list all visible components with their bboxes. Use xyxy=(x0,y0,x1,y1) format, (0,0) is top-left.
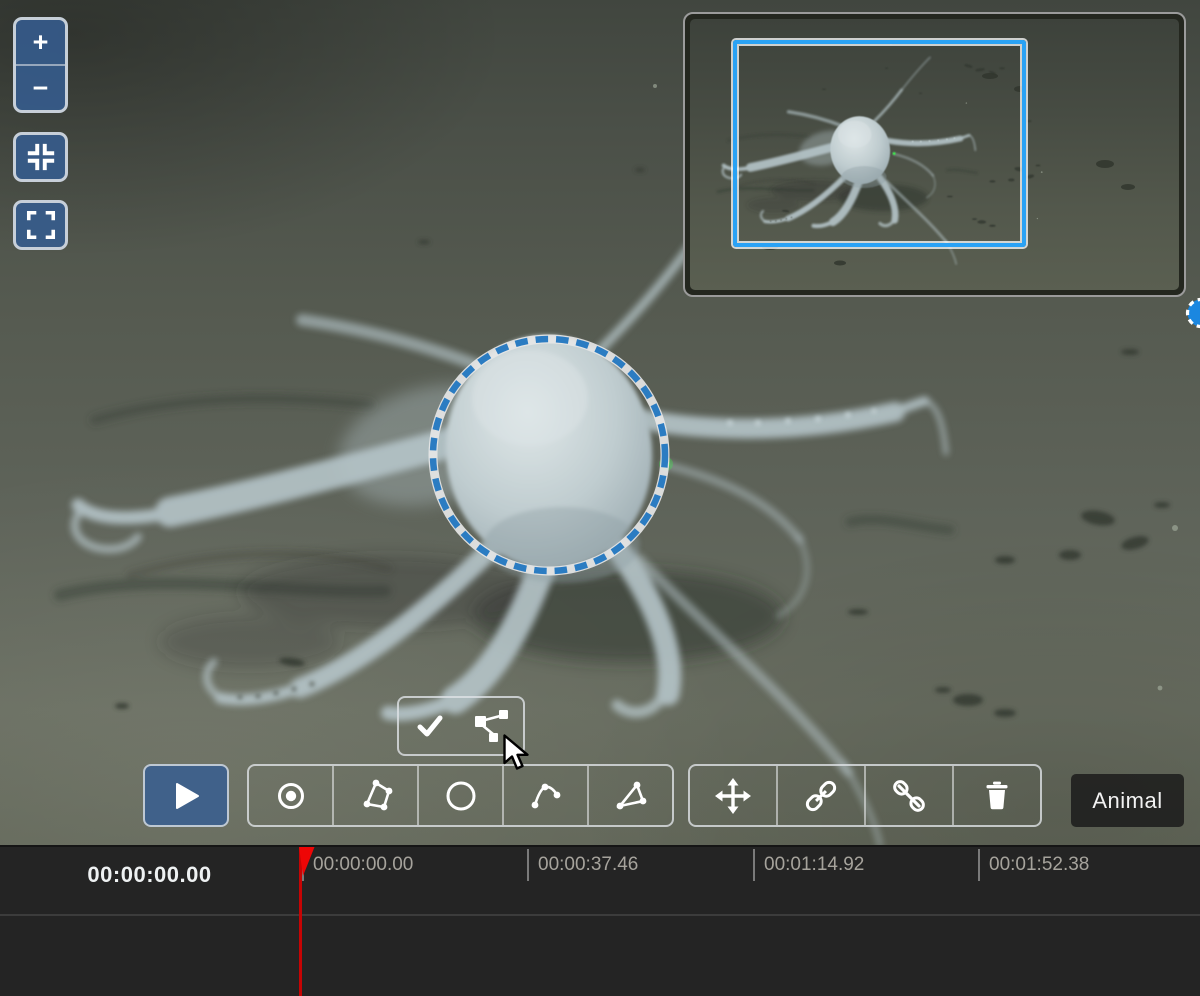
tick-label: 00:00:37.46 xyxy=(538,854,639,875)
minimap-viewport-rect[interactable] xyxy=(733,40,1026,247)
minimap[interactable] xyxy=(683,12,1186,297)
tick-label: 00:01:52.38 xyxy=(989,854,1090,875)
compress-icon xyxy=(27,143,54,171)
fullscreen-button[interactable] xyxy=(16,203,65,247)
plus-icon: + xyxy=(32,26,49,57)
zoom-out-button[interactable]: − xyxy=(16,66,65,110)
edit-confirm-toolbar xyxy=(397,696,525,756)
minus-icon: − xyxy=(32,72,49,103)
edit-vertices-button[interactable] xyxy=(461,698,523,754)
trash-icon xyxy=(986,781,1008,809)
tick-mark xyxy=(978,849,980,881)
check-icon xyxy=(417,715,443,737)
polygon-icon xyxy=(363,779,392,810)
circle-tool-button[interactable] xyxy=(419,766,504,825)
circle-icon xyxy=(446,781,475,810)
confirm-button[interactable] xyxy=(399,698,461,754)
type-label-chip[interactable]: Animal xyxy=(1071,774,1184,827)
play-button[interactable] xyxy=(143,764,229,827)
edit-tool-group xyxy=(688,764,1042,827)
delete-button[interactable] xyxy=(954,766,1040,825)
tick-label: 00:00:00.00 xyxy=(313,854,414,875)
unlink-tool-button[interactable] xyxy=(866,766,954,825)
current-time: 00:00:00.00 xyxy=(87,862,212,887)
link-tool-button[interactable] xyxy=(778,766,866,825)
move-tool-button[interactable] xyxy=(690,766,778,825)
polyline-icon xyxy=(616,781,646,809)
timeline-time-panel: 00:00:00.00 xyxy=(0,847,300,996)
timeline-divider xyxy=(0,914,1200,916)
tick-label: 00:01:14.92 xyxy=(764,854,865,875)
zoom-in-button[interactable]: + xyxy=(16,20,65,64)
point-icon xyxy=(277,782,304,809)
shape-tool-group xyxy=(247,764,674,827)
polygon-tool-button[interactable] xyxy=(334,766,419,825)
video-annotation-app: + − Animal 00:00:00.00 00:00:00.00 00:00… xyxy=(0,0,1200,996)
vertices-icon xyxy=(475,710,508,742)
line-tool-button[interactable] xyxy=(504,766,589,825)
point-tool-button[interactable] xyxy=(249,766,334,825)
link-icon xyxy=(805,780,837,811)
tick-mark xyxy=(753,849,755,881)
type-label: Animal xyxy=(1092,787,1163,813)
polyline-tool-button[interactable] xyxy=(589,766,672,825)
fit-view-button[interactable] xyxy=(16,135,65,179)
timeline[interactable]: 00:00:00.00 00:00:00.00 00:00:37.46 00:0… xyxy=(0,845,1200,996)
tick-mark xyxy=(527,849,529,881)
move-icon xyxy=(715,777,751,814)
playhead-flag[interactable] xyxy=(299,847,316,877)
edge-circle-widget[interactable] xyxy=(1185,297,1200,331)
line-icon xyxy=(531,783,560,808)
play-icon xyxy=(176,782,199,809)
zoom-controls: + − xyxy=(13,17,68,113)
fit-view-button-wrap xyxy=(13,132,68,182)
unlink-icon xyxy=(893,779,925,812)
fullscreen-icon xyxy=(26,210,55,240)
fullscreen-button-wrap xyxy=(13,200,68,250)
minimap-thumbnail xyxy=(690,19,1179,290)
